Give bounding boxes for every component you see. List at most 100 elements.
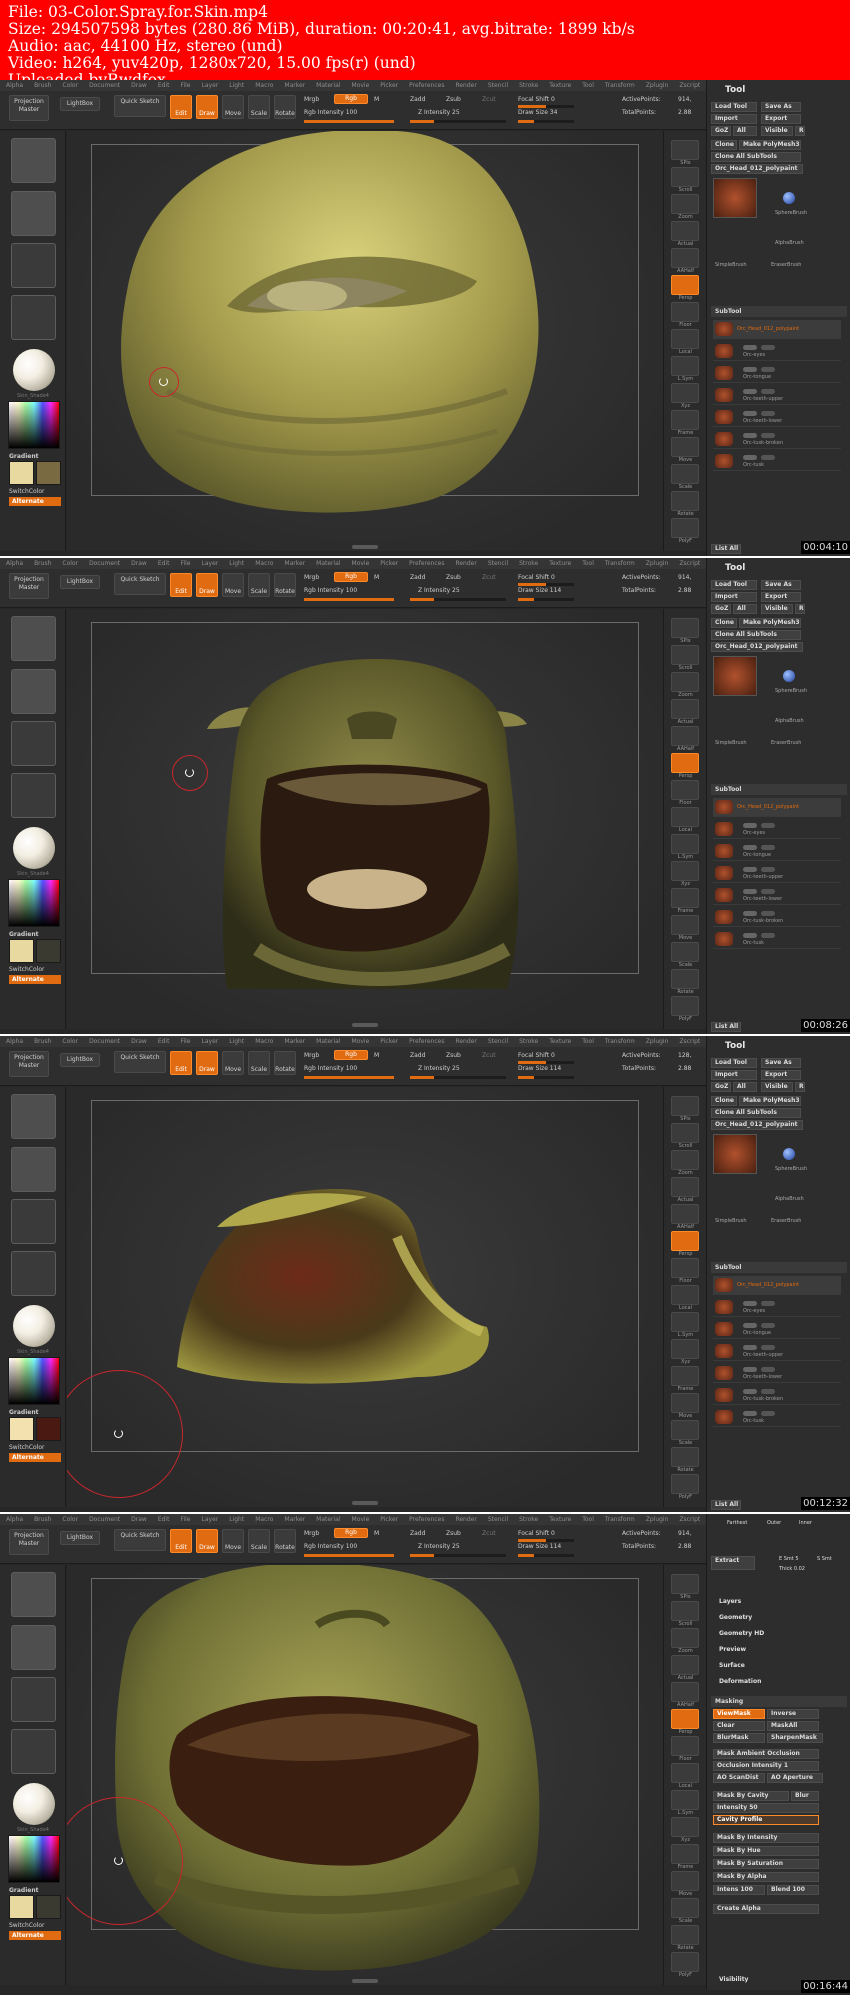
menu-item[interactable]: Preferences <box>409 1516 444 1523</box>
menu-item[interactable]: Macro <box>255 560 273 567</box>
menu-item[interactable]: Draw <box>131 560 147 567</box>
list-all-button[interactable]: List All <box>711 1500 741 1510</box>
menu-item[interactable]: Material <box>316 1516 340 1523</box>
goz-button[interactable]: GoZ <box>711 126 731 136</box>
r-button[interactable]: R <box>795 1082 805 1092</box>
menu-item[interactable]: Movie <box>352 1516 370 1523</box>
import-button[interactable]: Import <box>711 1070 757 1080</box>
color-picker[interactable] <box>8 879 60 927</box>
menu-item[interactable]: Zplugin <box>646 1516 669 1523</box>
shelf-button[interactable] <box>671 1420 699 1440</box>
palette-section[interactable]: Geometry <box>719 1614 752 1621</box>
edit-button[interactable]: Edit <box>170 1529 192 1553</box>
menu-item[interactable]: File <box>180 1038 190 1045</box>
shelf-button[interactable] <box>671 1312 699 1332</box>
blend-slider[interactable]: Blend 100 <box>767 1885 819 1895</box>
alternate-button[interactable]: Alternate <box>9 975 61 984</box>
main-color-swatch[interactable] <box>9 939 34 963</box>
menu-item[interactable]: Texture <box>549 82 571 89</box>
menu-item[interactable]: Zscript <box>679 82 700 89</box>
standard-brush-icon[interactable] <box>11 616 56 661</box>
menu-item[interactable]: Edit <box>158 560 170 567</box>
rotate-button[interactable]: Rotate <box>274 1051 296 1075</box>
menu-item[interactable]: Render <box>455 82 476 89</box>
subtool-toggle[interactable] <box>761 1323 775 1328</box>
lightbox-button[interactable]: LightBox <box>60 575 100 589</box>
draw-button[interactable]: Draw <box>196 95 218 119</box>
menu-item[interactable]: Render <box>455 560 476 567</box>
move-button[interactable]: Move <box>222 573 244 597</box>
scale-button[interactable]: Scale <box>248 1051 270 1075</box>
edit-button[interactable]: Edit <box>170 1051 192 1075</box>
draw-size-slider[interactable]: Draw Size 114 <box>518 1065 561 1072</box>
extract-button[interactable]: Extract <box>711 1556 755 1570</box>
subtool-toggle[interactable] <box>743 1301 757 1306</box>
subtool-toggle[interactable] <box>761 1367 775 1372</box>
menu-item[interactable]: Marker <box>284 82 305 89</box>
scroll-indicator[interactable] <box>352 1023 378 1027</box>
shelf-button[interactable] <box>671 275 699 295</box>
subtool-item[interactable]: Orc-tusk <box>713 452 841 471</box>
material-sphere-icon[interactable] <box>13 1305 55 1347</box>
shelf-button[interactable] <box>671 1258 699 1278</box>
texture-off-icon[interactable] <box>11 1251 56 1296</box>
menu-item[interactable]: Stencil <box>488 82 508 89</box>
menu-item[interactable]: Brush <box>34 1038 51 1045</box>
subtool-item[interactable]: Orc_Head_012_polypaint <box>713 320 841 339</box>
z-intensity-slider[interactable]: Z Intensity 25 <box>418 587 460 594</box>
m-toggle[interactable]: M <box>374 1530 379 1537</box>
subtool-toggle[interactable] <box>761 889 775 894</box>
current-tool-name[interactable]: Orc_Head_012_polypaint <box>711 642 803 652</box>
main-color-swatch[interactable] <box>9 461 34 485</box>
shelf-button[interactable] <box>671 1285 699 1305</box>
subtool-toggle[interactable] <box>743 867 757 872</box>
shelf-button[interactable] <box>671 410 699 430</box>
menu-item[interactable]: Zplugin <box>646 560 669 567</box>
menu-item[interactable]: Edit <box>158 82 170 89</box>
menu-item[interactable]: Alpha <box>6 1516 23 1523</box>
menu-item[interactable]: Brush <box>34 82 51 89</box>
save-as-button[interactable]: Save As <box>761 1058 801 1068</box>
shelf-button[interactable] <box>671 915 699 935</box>
subtool-toggle[interactable] <box>761 867 775 872</box>
menu-item[interactable]: Tool <box>582 1516 594 1523</box>
shelf-button[interactable] <box>671 861 699 881</box>
shelf-button[interactable] <box>671 1574 699 1594</box>
subtool-item[interactable]: Orc-teeth-lower <box>713 1364 841 1383</box>
main-color-swatch[interactable] <box>9 1417 34 1441</box>
menu-item[interactable]: Edit <box>158 1516 170 1523</box>
subtool-item[interactable]: Orc-teeth-upper <box>713 864 841 883</box>
draw-button[interactable]: Draw <box>196 1051 218 1075</box>
menu-item[interactable]: File <box>180 82 190 89</box>
menu-item[interactable]: Render <box>455 1038 476 1045</box>
alpha-off-icon[interactable] <box>11 1677 56 1722</box>
shelf-button[interactable] <box>671 1790 699 1810</box>
menu-bar[interactable]: Alpha Brush Color Document Draw Edit File Layer… <box>0 1514 706 1525</box>
rgb-intensity-slider[interactable]: Rgb Intensity 100 <box>304 587 357 594</box>
canvas-viewport[interactable] <box>67 1565 663 1985</box>
shelf-button[interactable] <box>671 1655 699 1675</box>
menu-item[interactable]: Preferences <box>409 82 444 89</box>
projection-master-button[interactable]: Projection Master <box>9 573 49 599</box>
menu-item[interactable]: File <box>180 560 190 567</box>
menu-item[interactable]: Stroke <box>519 1516 538 1523</box>
zadd-toggle[interactable]: Zadd <box>410 574 425 581</box>
subtool-item[interactable]: Orc-tusk <box>713 1408 841 1427</box>
mask-all-button[interactable]: MaskAll <box>767 1721 819 1731</box>
menu-item[interactable]: Alpha <box>6 82 23 89</box>
shelf-button[interactable] <box>671 1925 699 1945</box>
clone-all-subtools-button[interactable]: Clone All SubTools <box>711 1108 801 1118</box>
load-tool-button[interactable]: Load Tool <box>711 580 757 590</box>
subtool-toggle[interactable] <box>743 1389 757 1394</box>
switchcolor-label[interactable]: SwitchColor <box>9 1922 45 1929</box>
shelf-button[interactable] <box>671 780 699 800</box>
subtool-toggle[interactable] <box>761 911 775 916</box>
list-all-button[interactable]: List All <box>711 544 741 554</box>
mask-by-intensity-button[interactable]: Mask By Intensity <box>713 1833 819 1843</box>
shelf-button[interactable] <box>671 1393 699 1413</box>
shelf-button[interactable] <box>671 140 699 160</box>
move-button[interactable]: Move <box>222 95 244 119</box>
subtool-item[interactable]: Orc-tongue <box>713 1320 841 1339</box>
zsub-toggle[interactable]: Zsub <box>446 574 461 581</box>
subtool-toggle[interactable] <box>743 455 757 460</box>
